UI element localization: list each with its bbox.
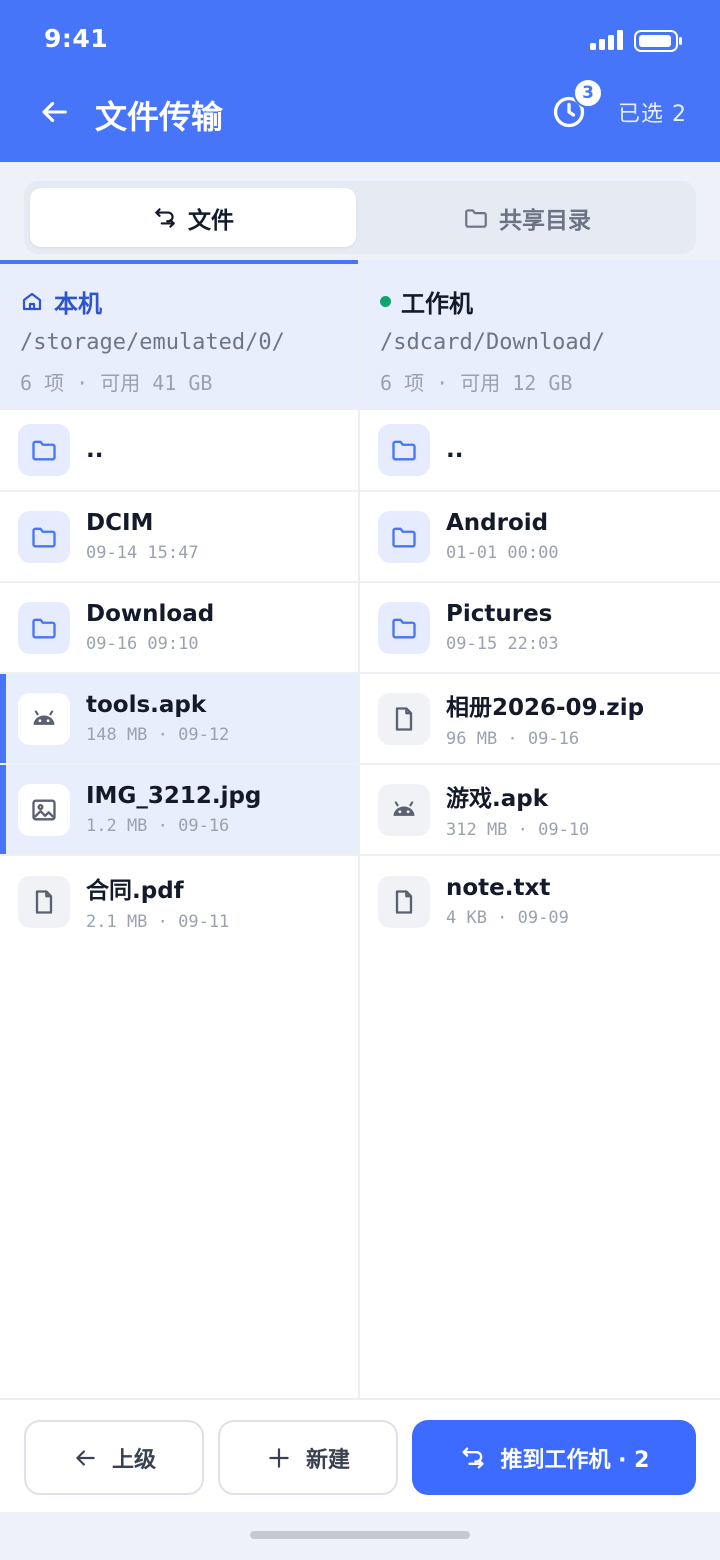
remote-meta: 6 项 · 可用 12 GB	[380, 371, 573, 395]
remote-pane[interactable]: 工作机 /sdcard/Download/ 6 项 · 可用 12 GB .. …	[360, 260, 720, 1398]
file-name: tools.apk	[86, 692, 207, 718]
folder-icon	[392, 440, 416, 461]
list-item-selected[interactable]: tools.apk 148 MB · 09-12	[0, 674, 358, 765]
android-icon	[33, 709, 55, 725]
page-title: 文件传输	[95, 98, 224, 136]
mode-tabs: 文件 共享目录	[24, 181, 696, 254]
local-pane-header: 本机 /storage/emulated/0/ 6 项 · 可用 41 GB	[0, 260, 358, 410]
image-icon	[32, 799, 56, 820]
parent-dir-label: 上级	[111, 1447, 156, 1473]
selected-count-number: 2	[672, 102, 688, 127]
parent-dir-button[interactable]: 上级	[24, 1420, 204, 1495]
file-name: 合同.pdf	[86, 878, 184, 904]
file-name: IMG_3212.jpg	[86, 783, 262, 809]
battery-icon	[634, 30, 682, 52]
tab-shared-label: 共享目录	[499, 207, 591, 234]
local-pane[interactable]: 本机 /storage/emulated/0/ 6 项 · 可用 41 GB .…	[0, 260, 360, 1398]
local-title: 本机	[54, 289, 102, 318]
remote-path: /sdcard/Download/	[380, 330, 606, 355]
remote-pane-header: 工作机 /sdcard/Download/ 6 项 · 可用 12 GB	[360, 260, 720, 410]
arrow-left-icon	[42, 101, 67, 123]
arrow-left-icon	[76, 1449, 95, 1466]
list-item[interactable]: 合同.pdf 2.1 MB · 09-11	[0, 856, 358, 947]
local-meta: 6 项 · 可用 41 GB	[20, 371, 213, 395]
transfer-icon	[155, 207, 175, 228]
new-folder-button[interactable]: 新建	[218, 1420, 398, 1495]
list-item[interactable]: Android 01-01 00:00	[360, 492, 720, 583]
file-name: DCIM	[86, 510, 154, 536]
tab-files[interactable]: 文件	[30, 188, 356, 247]
transfer-icon	[462, 1447, 483, 1468]
push-to-remote-button[interactable]: 推到工作机 · 2	[412, 1420, 696, 1495]
folder-icon	[392, 527, 416, 547]
home-icon	[22, 292, 42, 311]
document-icon	[395, 706, 413, 731]
list-item-parent-dir[interactable]: ..	[360, 410, 720, 492]
push-label: 推到工作机 · 2	[500, 1447, 650, 1473]
file-name: 游戏.apk	[446, 786, 549, 812]
file-name: ..	[86, 437, 104, 463]
document-icon	[35, 889, 53, 914]
list-item[interactable]: 相册2026-09.zip 96 MB · 09-16	[360, 674, 720, 765]
file-name: note.txt	[446, 875, 551, 901]
app-header: 9:41 文件传输 3 已选 2	[0, 0, 720, 162]
list-item[interactable]: Download 09-16 09:10	[0, 583, 358, 674]
file-name: 相册2026-09.zip	[446, 695, 645, 721]
list-item-selected[interactable]: IMG_3212.jpg 1.2 MB · 09-16	[0, 765, 358, 856]
online-status-dot	[380, 295, 391, 307]
remote-title: 工作机	[401, 289, 473, 318]
selected-count: 已选 2	[618, 96, 687, 128]
file-meta: 09-14 15:47	[86, 543, 199, 563]
file-meta: 09-16 09:10	[86, 634, 199, 654]
file-name: Android	[446, 510, 549, 536]
file-name: Pictures	[446, 601, 553, 627]
plus-icon	[269, 1447, 289, 1468]
file-meta: 1.2 MB · 09-16	[86, 816, 230, 836]
file-meta: 312 MB · 09-10	[446, 820, 590, 840]
file-meta: 4 KB · 09-09	[446, 908, 569, 928]
list-item[interactable]: DCIM 09-14 15:47	[0, 492, 358, 583]
file-meta: 2.1 MB · 09-11	[86, 912, 230, 932]
local-path: /storage/emulated/0/	[20, 330, 285, 355]
file-name: Download	[86, 601, 215, 627]
folder-icon	[32, 618, 56, 638]
back-button[interactable]	[30, 88, 78, 136]
folder-icon	[32, 440, 56, 461]
file-meta: 01-01 00:00	[446, 543, 559, 563]
list-item[interactable]: note.txt 4 KB · 09-09	[360, 856, 720, 947]
file-meta: 96 MB · 09-16	[446, 729, 580, 749]
android-icon	[393, 800, 415, 816]
history-count-badge: 3	[573, 78, 603, 108]
document-icon	[395, 889, 413, 914]
tab-files-label: 文件	[188, 207, 234, 234]
file-name: ..	[446, 437, 464, 463]
folder-icon	[465, 208, 487, 228]
signal-icon	[590, 30, 623, 50]
list-item-parent-dir[interactable]: ..	[0, 410, 358, 492]
tab-shared-dirs[interactable]: 共享目录	[364, 188, 690, 247]
file-meta: 09-15 22:03	[446, 634, 559, 654]
list-item[interactable]: Pictures 09-15 22:03	[360, 583, 720, 674]
file-meta: 148 MB · 09-12	[86, 725, 230, 745]
new-label: 新建	[305, 1447, 350, 1473]
selected-label-text: 已选	[618, 102, 665, 127]
home-indicator[interactable]	[250, 1531, 470, 1539]
list-item[interactable]: 游戏.apk 312 MB · 09-10	[360, 765, 720, 856]
folder-icon	[392, 618, 416, 638]
bottom-action-bar: 上级 新建 推到工作机 · 2	[0, 1398, 720, 1512]
folder-icon	[32, 527, 56, 547]
status-time: 9:41	[44, 24, 109, 53]
